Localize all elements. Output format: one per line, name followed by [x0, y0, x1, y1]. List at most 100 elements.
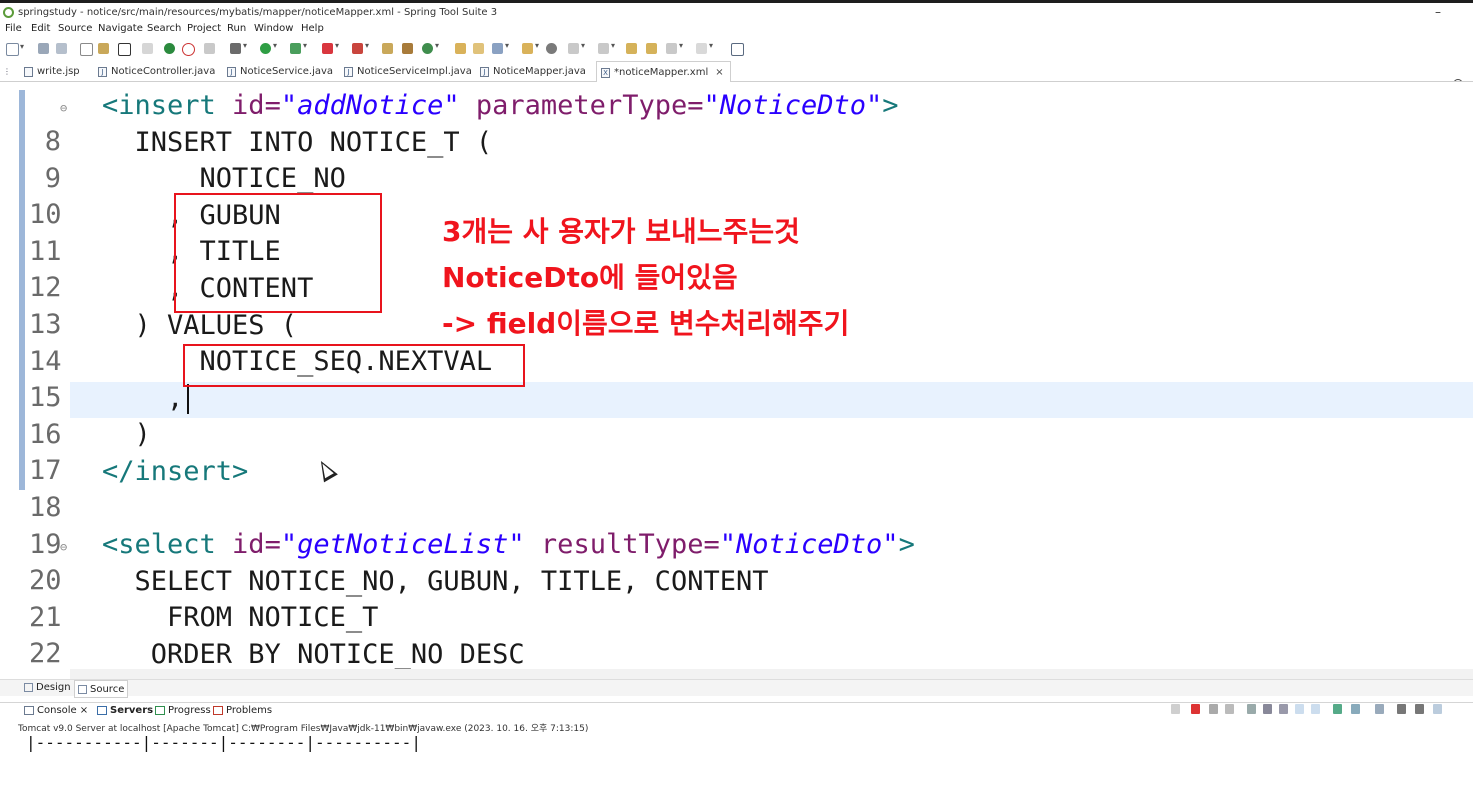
tag-close: >	[898, 529, 915, 561]
menu-source[interactable]: Source	[58, 23, 92, 34]
debug-icon[interactable]	[230, 41, 247, 54]
back-icon[interactable]	[666, 41, 683, 54]
globe-icon[interactable]	[546, 43, 557, 54]
annotation-line-2: NoticeDto에 들어있음	[442, 261, 738, 294]
tab-notice-service[interactable]: J NoticeService.java	[227, 62, 333, 81]
minimize-button[interactable]: –	[1435, 5, 1441, 19]
pin-console-icon[interactable]	[1333, 704, 1342, 714]
skip-breakpoints-icon[interactable]	[142, 43, 153, 54]
menu-project[interactable]: Project	[187, 23, 221, 34]
tab-servers[interactable]: Servers	[97, 705, 153, 716]
pen-icon[interactable]	[492, 41, 509, 54]
code-text: ,	[102, 381, 190, 417]
code-line: 22 FROM NOTICE_T	[0, 600, 1473, 669]
pin-icon[interactable]	[1171, 704, 1180, 714]
tab-notice-service-impl[interactable]: J NoticeServiceImpl.java	[344, 62, 472, 81]
attr-id: id=	[215, 529, 281, 561]
menu-window[interactable]: Window	[254, 23, 293, 34]
attr-id: id=	[215, 90, 281, 121]
menu-search[interactable]: Search	[147, 23, 181, 34]
open-console-icon[interactable]	[1375, 704, 1384, 714]
external-tools-icon[interactable]	[322, 41, 339, 54]
remove-all-icon[interactable]	[1225, 704, 1234, 714]
new-class-icon[interactable]	[422, 41, 439, 54]
progress-icon	[155, 706, 165, 715]
tab-label: Design	[36, 682, 71, 693]
fold-icon[interactable]: ⊖	[60, 90, 67, 126]
attr-result-type: resultType=	[524, 529, 720, 561]
forward-icon[interactable]	[696, 41, 713, 54]
clear-console-icon[interactable]	[1247, 704, 1256, 714]
main-toolbar	[0, 38, 1473, 89]
history-icon[interactable]	[646, 43, 657, 54]
menu-navigate[interactable]: Navigate	[98, 23, 143, 34]
new-icon[interactable]	[6, 42, 24, 56]
editor-tab-bar: write.jsp J NoticeController.java J Noti…	[0, 60, 1473, 84]
problems-icon	[213, 706, 223, 715]
tab-console[interactable]: Console ×	[24, 705, 88, 716]
save-icon[interactable]	[38, 43, 49, 54]
run-as-icon[interactable]	[290, 41, 307, 54]
display-console-icon[interactable]	[1351, 704, 1360, 714]
tab-design[interactable]: Design	[24, 682, 71, 693]
tab-progress[interactable]: Progress	[155, 705, 211, 716]
run-icon[interactable]	[260, 41, 277, 54]
console-output: |-----------|-------|--------|----------…	[26, 733, 421, 752]
new-package-icon[interactable]	[402, 43, 413, 54]
publish-icon[interactable]	[204, 43, 215, 54]
close-icon[interactable]: ×	[80, 705, 88, 716]
menu-help[interactable]: Help	[301, 23, 324, 34]
open-file-icon[interactable]	[473, 43, 484, 54]
tab-problems[interactable]: Problems	[213, 705, 272, 716]
maximize-view-icon[interactable]	[1415, 704, 1424, 714]
task-icon[interactable]	[522, 41, 539, 54]
close-icon[interactable]: ×	[715, 67, 723, 78]
tab-notice-mapper-xml[interactable]: X *noticeMapper.xml ×	[596, 61, 731, 84]
coverage-icon[interactable]	[352, 41, 369, 54]
show-on-out-icon[interactable]	[1295, 704, 1304, 714]
start-server-icon[interactable]	[164, 43, 175, 54]
view-menu-icon[interactable]	[1433, 704, 1442, 714]
code-editor[interactable]: 8 ⊖ <insert id="addNotice" parameterType…	[0, 82, 1473, 670]
tab-write-jsp[interactable]: write.jsp	[24, 62, 80, 81]
tab-label: Console	[37, 705, 77, 716]
code-text: FROM NOTICE_T	[102, 602, 379, 634]
menu-file[interactable]: File	[5, 23, 22, 34]
code-line: 9 INSERT INTO NOTICE_T (	[0, 125, 1473, 194]
remove-launch-icon[interactable]	[1209, 704, 1218, 714]
tab-notice-mapper-java[interactable]: J NoticeMapper.java	[480, 62, 586, 81]
save-all-icon[interactable]	[56, 43, 67, 54]
open-folder-icon[interactable]	[455, 43, 466, 54]
tab-notice-controller[interactable]: J NoticeController.java	[98, 62, 215, 81]
insert-close-tag: </insert>	[102, 456, 249, 487]
xml-file-icon: X	[601, 67, 610, 78]
design-icon	[24, 683, 33, 692]
open-type-icon[interactable]	[98, 43, 109, 54]
word-wrap-icon[interactable]	[1279, 704, 1288, 714]
menu-edit[interactable]: Edit	[31, 23, 50, 34]
next-annotation-icon[interactable]	[568, 41, 585, 54]
console-icon	[24, 706, 34, 715]
terminate-icon[interactable]	[1191, 704, 1200, 714]
last-edit-icon[interactable]	[626, 43, 637, 54]
pin-editor-icon[interactable]	[731, 43, 744, 56]
new-java-project-icon[interactable]	[382, 43, 393, 54]
scroll-lock-icon[interactable]	[1263, 704, 1272, 714]
tab-label: write.jsp	[37, 66, 80, 77]
attr-parameter-type-value: "NoticeDto"	[703, 90, 883, 121]
menu-run[interactable]: Run	[227, 23, 246, 34]
tab-source[interactable]: Source	[74, 680, 129, 698]
stop-server-icon[interactable]	[182, 43, 195, 56]
annotation-line-3: -> field이름으로 변수처리해주기	[442, 307, 850, 340]
properties-icon[interactable]	[80, 43, 93, 56]
highlight-box-sequence	[183, 344, 525, 387]
tab-label: *noticeMapper.xml	[614, 67, 709, 78]
minimize-view-icon[interactable]	[1397, 704, 1406, 714]
prev-annotation-icon[interactable]	[598, 41, 615, 54]
show-on-err-icon[interactable]	[1311, 704, 1320, 714]
fold-icon[interactable]: ⊖	[60, 529, 67, 565]
horizontal-scrollbar[interactable]	[70, 669, 1473, 679]
terminal-icon[interactable]	[118, 43, 131, 56]
code-line: 8 ⊖ <insert id="addNotice" parameterType…	[0, 88, 1473, 157]
menu-bar: File Edit Source Navigate Search Project…	[0, 22, 1473, 38]
